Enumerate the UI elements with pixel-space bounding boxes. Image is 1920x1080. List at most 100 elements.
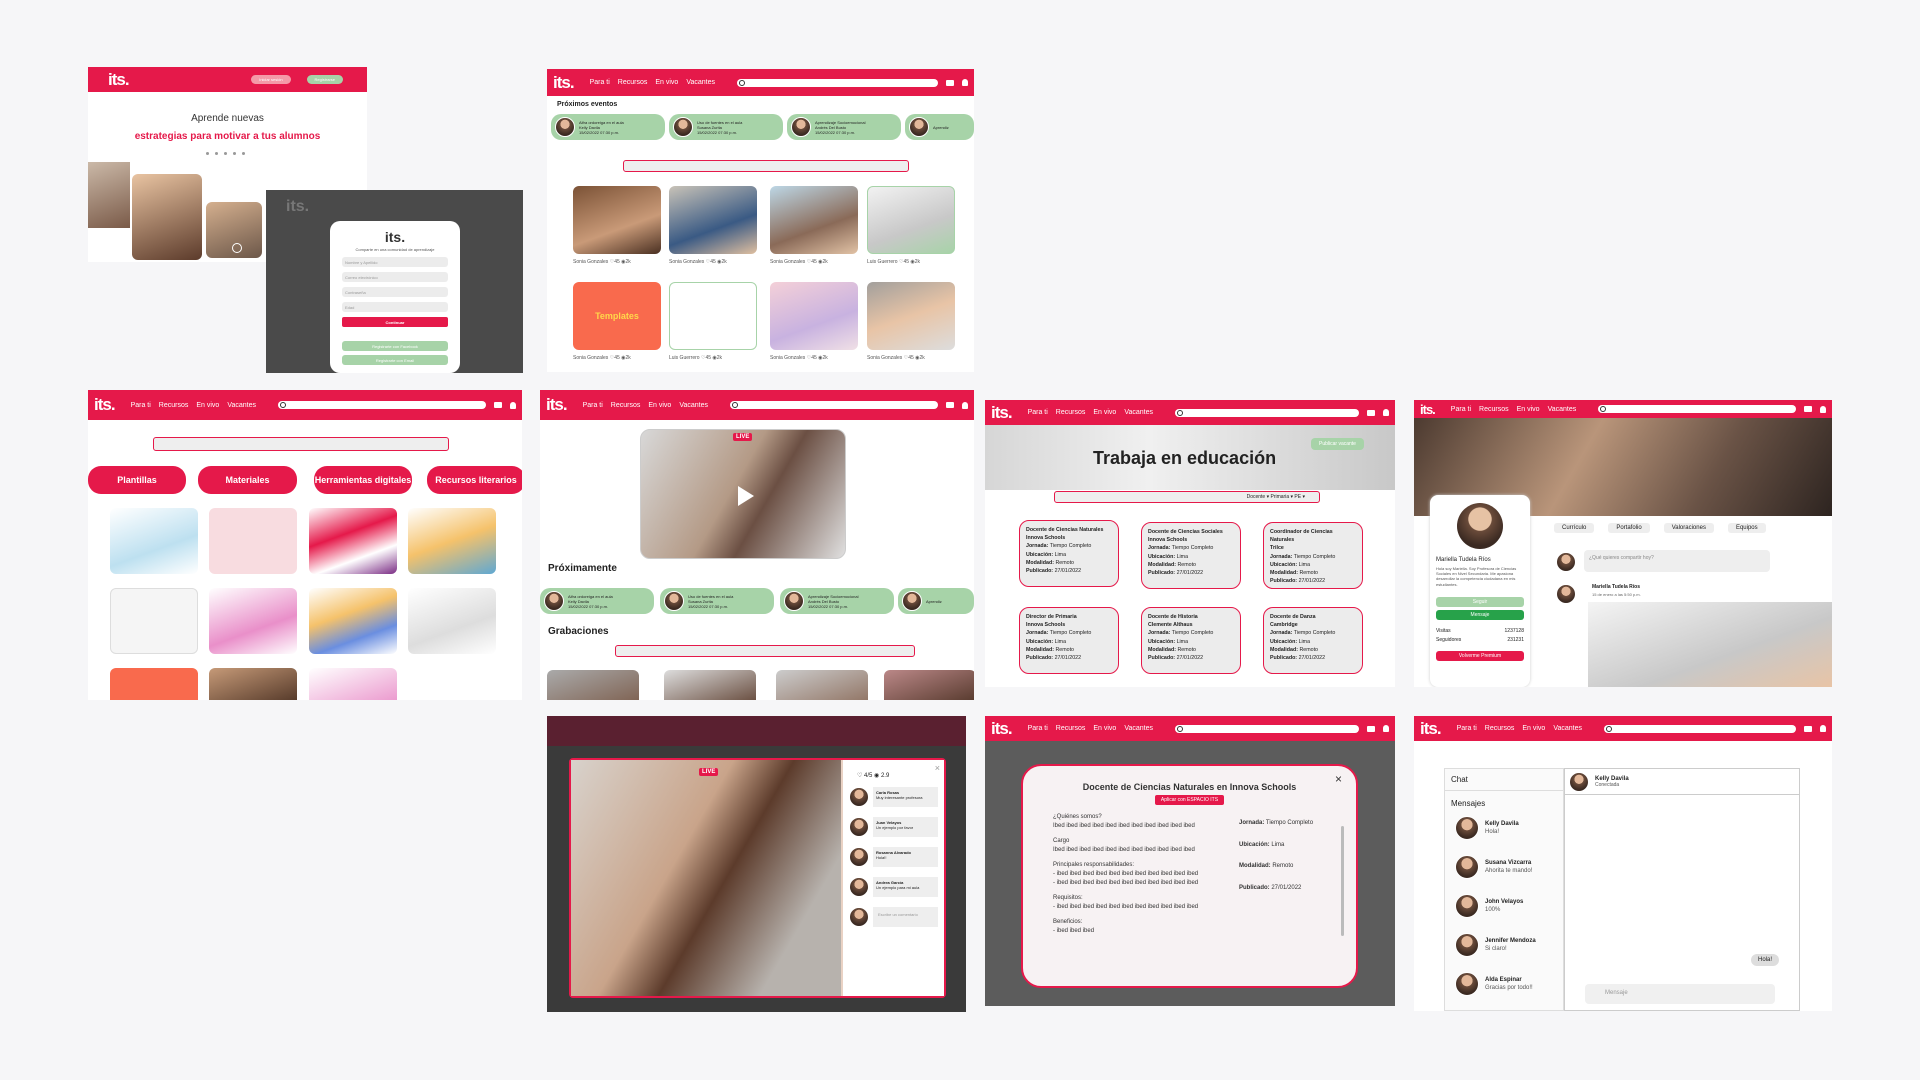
feed-tile-checklist[interactable]: [669, 282, 757, 350]
scrollbar[interactable]: [1341, 826, 1344, 936]
scroll-down-icon[interactable]: [232, 243, 242, 253]
mail-icon[interactable]: [1804, 406, 1812, 412]
search-input[interactable]: [1175, 408, 1359, 417]
event-card[interactable]: Alfra ordoreiga en el aula Kelly Davila 15…: [540, 588, 654, 614]
message-button[interactable]: Mensaje: [1436, 609, 1524, 620]
tab-valoraciones[interactable]: Valoraciones: [1663, 523, 1714, 533]
email-signup-button[interactable]: Registrarte con Email: [342, 355, 448, 365]
search-input[interactable]: [737, 78, 938, 87]
recording-tile[interactable]: [884, 670, 974, 700]
nav-vacantes[interactable]: Vacantes: [1548, 406, 1577, 413]
nav-recursos[interactable]: Recursos: [1479, 406, 1509, 413]
email-field[interactable]: Correo electrónico: [342, 272, 448, 282]
category-plantillas[interactable]: Plantillas: [88, 466, 186, 494]
resource-tile[interactable]: [408, 508, 496, 574]
resource-tile[interactable]: [110, 668, 198, 700]
comment-input[interactable]: Escribe un comentario: [849, 907, 938, 927]
follow-button[interactable]: Seguir: [1436, 596, 1524, 607]
tab-curriculo[interactable]: Currículo: [1554, 523, 1595, 533]
mail-icon[interactable]: [1367, 725, 1375, 732]
nav-en-vivo[interactable]: En vivo: [1093, 409, 1116, 416]
conversation-item[interactable]: John Velayos 100%: [1455, 894, 1553, 918]
nav-vacantes[interactable]: Vacantes: [679, 402, 708, 409]
bell-icon[interactable]: [1820, 725, 1826, 732]
mail-icon[interactable]: [1367, 409, 1375, 416]
carousel-dots[interactable]: [206, 152, 245, 155]
conversation-item[interactable]: Alda Espinar Gracias por todo!!: [1455, 972, 1553, 996]
mail-icon[interactable]: [1804, 725, 1812, 732]
message-input[interactable]: Mensaje: [1585, 984, 1775, 1004]
nav-recursos[interactable]: Recursos: [1056, 409, 1086, 416]
job-card[interactable]: Docente de Ciencias Naturales Innova Scho…: [1019, 520, 1119, 587]
nav-en-vivo[interactable]: En vivo: [655, 79, 678, 86]
resource-tile[interactable]: [110, 588, 198, 654]
mail-icon[interactable]: [946, 79, 954, 86]
event-card[interactable]: Uso de fuentes en el aula Susana Zurita 15…: [669, 114, 783, 140]
recording-tile[interactable]: [664, 670, 756, 700]
event-card[interactable]: Aprendiz: [898, 588, 974, 614]
resource-tile[interactable]: [209, 588, 297, 654]
nav-recursos[interactable]: Recursos: [611, 402, 641, 409]
resource-tile[interactable]: [309, 668, 397, 700]
category-materiales[interactable]: Materiales: [198, 466, 297, 494]
nav-para-ti[interactable]: Para ti: [1028, 725, 1048, 732]
bell-icon[interactable]: [962, 79, 968, 86]
nav-para-ti[interactable]: Para ti: [131, 402, 151, 409]
jobs-search-input[interactable]: Docente ▾ Primaria ▾ PE ▾: [1054, 491, 1320, 503]
job-card[interactable]: Director de Primaria Innova Schools Jornad…: [1019, 607, 1119, 674]
nav-para-ti[interactable]: Para ti: [590, 79, 610, 86]
nav-vacantes[interactable]: Vacantes: [1124, 409, 1153, 416]
mail-icon[interactable]: [946, 402, 954, 408]
tab-equipos[interactable]: Equipos: [1727, 523, 1766, 533]
brand-logo[interactable]: its.: [991, 719, 1013, 739]
resource-tile[interactable]: [110, 508, 198, 574]
resource-tile[interactable]: [209, 668, 297, 700]
play-icon[interactable]: [738, 486, 754, 506]
nav-en-vivo[interactable]: En vivo: [648, 402, 671, 409]
search-input[interactable]: [1175, 724, 1359, 733]
premium-button[interactable]: Volverme Premium: [1436, 650, 1524, 661]
bell-icon[interactable]: [1383, 725, 1389, 732]
age-field[interactable]: Edad: [342, 302, 448, 312]
resource-tile[interactable]: [408, 668, 496, 700]
apply-button[interactable]: Aplicar con ESPACIO ITS: [1154, 795, 1225, 805]
name-field[interactable]: Nombre y Apellido: [342, 257, 448, 267]
tab-portafolio[interactable]: Portafolio: [1608, 523, 1650, 533]
feed-tile-1[interactable]: [573, 186, 661, 254]
category-herramientas[interactable]: Herramientas digitales: [314, 466, 412, 494]
recordings-search-input[interactable]: [615, 645, 915, 657]
bell-icon[interactable]: [962, 401, 968, 409]
conversation-item[interactable]: Jennifer Mendoza Si claro!: [1455, 933, 1553, 957]
resource-tile[interactable]: [309, 508, 397, 574]
feed-tile-templates[interactable]: Templates: [573, 282, 661, 350]
bell-icon[interactable]: [1820, 405, 1826, 413]
brand-logo[interactable]: its.: [94, 395, 116, 415]
nav-en-vivo[interactable]: En vivo: [1093, 725, 1116, 732]
compose-input[interactable]: ¿Qué quieres compartir hoy?: [1584, 550, 1770, 572]
resource-tile[interactable]: [209, 508, 297, 574]
nav-para-ti[interactable]: Para ti: [583, 402, 603, 409]
nav-en-vivo[interactable]: En vivo: [1522, 725, 1545, 732]
nav-para-ti[interactable]: Para ti: [1451, 406, 1471, 413]
nav-vacantes[interactable]: Vacantes: [1553, 725, 1582, 732]
search-input[interactable]: [730, 401, 938, 409]
search-input[interactable]: [1598, 405, 1796, 413]
brand-logo[interactable]: its.: [1420, 719, 1442, 739]
feed-tile-2[interactable]: [669, 186, 757, 254]
feed-tile-4[interactable]: [867, 186, 955, 254]
job-card[interactable]: Docente de Ciencias Sociales Innova Schoo…: [1141, 522, 1241, 589]
bell-icon[interactable]: [1383, 409, 1389, 416]
continue-button[interactable]: Continuar: [342, 317, 448, 327]
recording-tile[interactable]: [547, 670, 639, 700]
publish-job-button[interactable]: Publicar vacante: [1311, 438, 1364, 450]
close-icon[interactable]: ×: [935, 763, 940, 773]
resources-search-input[interactable]: [153, 437, 449, 451]
conversation-item[interactable]: Susana Vizcarra Ahorita te mando!: [1455, 855, 1553, 879]
feed-tile-7[interactable]: [770, 282, 858, 350]
brand-logo[interactable]: its.: [991, 403, 1013, 423]
feed-tile-3[interactable]: [770, 186, 858, 254]
brand-logo[interactable]: its.: [1420, 402, 1436, 417]
nav-en-vivo[interactable]: En vivo: [1517, 406, 1540, 413]
nav-en-vivo[interactable]: En vivo: [196, 402, 219, 409]
facebook-signup-button[interactable]: Registrarte con Facebook: [342, 341, 448, 351]
